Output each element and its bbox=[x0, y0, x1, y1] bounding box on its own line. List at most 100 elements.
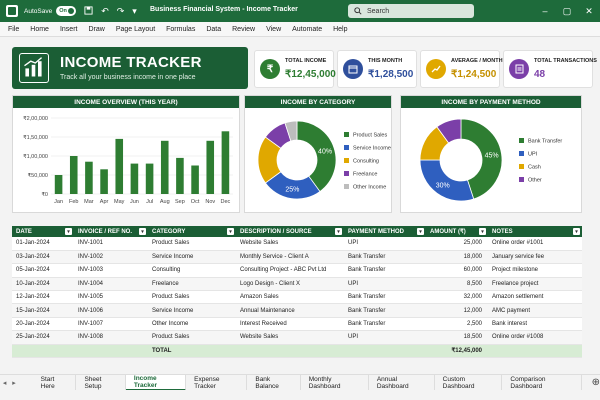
menu-page-layout[interactable]: Page Layout bbox=[116, 26, 155, 33]
cell-notes[interactable]: Freelance project bbox=[488, 277, 582, 292]
table-row[interactable]: 05-Jan-2024 INV-1003 Consulting Consulting … bbox=[12, 263, 582, 278]
cell-date[interactable]: 12-Jan-2024 bbox=[12, 290, 74, 305]
cell-category[interactable]: Product Sales bbox=[148, 290, 236, 305]
cell-notes[interactable]: Online order #1008 bbox=[488, 330, 582, 345]
sheet-tab[interactable]: Comparison Dashboard bbox=[502, 374, 582, 391]
cell-payment-method[interactable]: Bank Transfer bbox=[344, 317, 426, 332]
bar[interactable] bbox=[54, 175, 63, 194]
bar[interactable] bbox=[160, 140, 169, 194]
filter-dropdown-icon[interactable]: ▾ bbox=[65, 228, 72, 235]
table-row[interactable]: 10-Jan-2024 INV-1004 Freelance Logo Design … bbox=[12, 277, 582, 292]
bar[interactable] bbox=[130, 163, 139, 194]
cell-invoice[interactable]: INV-1007 bbox=[74, 317, 148, 332]
cell-date[interactable]: 10-Jan-2024 bbox=[12, 277, 74, 292]
bar[interactable] bbox=[115, 138, 124, 194]
cell-category[interactable]: Product Sales bbox=[148, 330, 236, 345]
bar[interactable] bbox=[100, 169, 108, 194]
tab-scroll-right-icon[interactable]: ▸ bbox=[9, 379, 18, 387]
menu-help[interactable]: Help bbox=[333, 26, 347, 33]
menu-file[interactable]: File bbox=[8, 26, 19, 33]
bar[interactable] bbox=[221, 131, 230, 194]
cell-payment-method[interactable]: Bank Transfer bbox=[344, 290, 426, 305]
cell-invoice[interactable]: INV-1006 bbox=[74, 303, 148, 318]
bar[interactable] bbox=[206, 140, 215, 194]
sheet-tab[interactable]: Custom Dashboard bbox=[435, 374, 503, 391]
cell-date[interactable]: 20-Jan-2024 bbox=[12, 317, 74, 332]
cell-amount[interactable]: 12,000 bbox=[426, 303, 488, 318]
sheet-tab[interactable]: Income Tracker bbox=[125, 374, 187, 391]
filter-dropdown-icon[interactable]: ▾ bbox=[139, 228, 146, 235]
search-box[interactable]: Search bbox=[348, 4, 474, 18]
minimize-icon[interactable]: – bbox=[534, 0, 556, 22]
menu-view[interactable]: View bbox=[266, 26, 281, 33]
filter-dropdown-icon[interactable]: ▾ bbox=[417, 228, 424, 235]
cell-notes[interactable]: Bank interest bbox=[488, 317, 582, 332]
cell-amount[interactable]: 2,500 bbox=[426, 317, 488, 332]
cell-date[interactable]: 03-Jan-2024 bbox=[12, 250, 74, 265]
maximize-icon[interactable]: ▢ bbox=[556, 0, 578, 22]
table-row[interactable]: 01-Jan-2024 INV-1001 Product Sales Website … bbox=[12, 237, 582, 251]
cell-amount[interactable]: 25,000 bbox=[426, 237, 488, 251]
bar[interactable] bbox=[85, 161, 93, 194]
cell-description[interactable]: Annual Maintenance bbox=[236, 303, 344, 318]
menu-automate[interactable]: Automate bbox=[292, 26, 322, 33]
customize-toolbar-icon[interactable]: ▾ bbox=[132, 6, 137, 17]
cell-amount[interactable]: 18,500 bbox=[426, 330, 488, 345]
sheet-tab[interactable]: Annual Dashboard bbox=[369, 374, 435, 391]
bar[interactable] bbox=[191, 165, 199, 195]
cell-notes[interactable]: Amazon settlement bbox=[488, 290, 582, 305]
menu-insert[interactable]: Insert bbox=[60, 26, 78, 33]
table-row[interactable]: 03-Jan-2024 INV-1002 Service Income Monthly… bbox=[12, 250, 582, 265]
column-header-description[interactable]: DESCRIPTION / SOURCE ▾ bbox=[236, 226, 344, 237]
cell-date[interactable]: 25-Jan-2024 bbox=[12, 330, 74, 345]
cell-invoice[interactable]: INV-1004 bbox=[74, 277, 148, 292]
cell-category[interactable]: Freelance bbox=[148, 277, 236, 292]
cell-category[interactable]: Service Income bbox=[148, 250, 236, 265]
cell-payment-method[interactable]: UPI bbox=[344, 237, 426, 251]
filter-dropdown-icon[interactable]: ▾ bbox=[227, 228, 234, 235]
cell-description[interactable]: Website Sales bbox=[236, 237, 344, 251]
cell-payment-method[interactable]: Bank Transfer bbox=[344, 250, 426, 265]
sheet-tab[interactable]: Bank Balance bbox=[247, 374, 301, 391]
undo-icon[interactable]: ↶ bbox=[101, 6, 109, 17]
menu-draw[interactable]: Draw bbox=[88, 26, 104, 33]
cell-amount[interactable]: 32,000 bbox=[426, 290, 488, 305]
bar[interactable] bbox=[176, 157, 184, 194]
cell-category[interactable]: Service Income bbox=[148, 303, 236, 318]
menu-review[interactable]: Review bbox=[232, 26, 255, 33]
cell-invoice[interactable]: INV-1003 bbox=[74, 263, 148, 278]
cell-notes[interactable]: Online order #1001 bbox=[488, 237, 582, 251]
cell-payment-method[interactable]: Bank Transfer bbox=[344, 303, 426, 318]
cell-amount[interactable]: 8,500 bbox=[426, 277, 488, 292]
cell-invoice[interactable]: INV-1002 bbox=[74, 250, 148, 265]
cell-date[interactable]: 01-Jan-2024 bbox=[12, 237, 74, 251]
sheet-tab[interactable]: Monthly Dashboard bbox=[301, 374, 369, 391]
pie-slice[interactable] bbox=[419, 159, 475, 202]
cell-description[interactable]: Amazon Sales bbox=[236, 290, 344, 305]
menu-formulas[interactable]: Formulas bbox=[166, 26, 195, 33]
save-icon[interactable] bbox=[84, 5, 93, 17]
sheet-tab[interactable]: Expense Tracker bbox=[186, 374, 248, 391]
sheet-tab[interactable]: Sheet Setup bbox=[76, 374, 126, 391]
column-header-category[interactable]: CATEGORY ▾ bbox=[148, 226, 236, 237]
bar[interactable] bbox=[69, 156, 78, 194]
cell-description[interactable]: Website Sales bbox=[236, 330, 344, 345]
filter-dropdown-icon[interactable]: ▾ bbox=[479, 228, 486, 235]
menu-home[interactable]: Home bbox=[30, 26, 49, 33]
redo-icon[interactable]: ↷ bbox=[117, 6, 125, 17]
table-row[interactable]: 20-Jan-2024 INV-1007 Other Income Interest … bbox=[12, 317, 582, 332]
cell-payment-method[interactable]: UPI bbox=[344, 330, 426, 345]
cell-description[interactable]: Interest Received bbox=[236, 317, 344, 332]
cell-notes[interactable]: Project milestone bbox=[488, 263, 582, 278]
cell-payment-method[interactable]: UPI bbox=[344, 277, 426, 292]
autosave-toggle[interactable]: On bbox=[56, 6, 77, 16]
cell-invoice[interactable]: INV-1005 bbox=[74, 290, 148, 305]
column-header-date[interactable]: DATE ▾ bbox=[12, 226, 74, 237]
close-icon[interactable]: ✕ bbox=[578, 0, 600, 22]
cell-invoice[interactable]: INV-1008 bbox=[74, 330, 148, 345]
cell-date[interactable]: 15-Jan-2024 bbox=[12, 303, 74, 318]
cell-description[interactable]: Monthly Service - Client A bbox=[236, 250, 344, 265]
filter-dropdown-icon[interactable]: ▾ bbox=[335, 228, 342, 235]
add-sheet-icon[interactable]: ⊕ bbox=[592, 377, 600, 388]
cell-description[interactable]: Consulting Project - ABC Pvt Ltd bbox=[236, 263, 344, 278]
